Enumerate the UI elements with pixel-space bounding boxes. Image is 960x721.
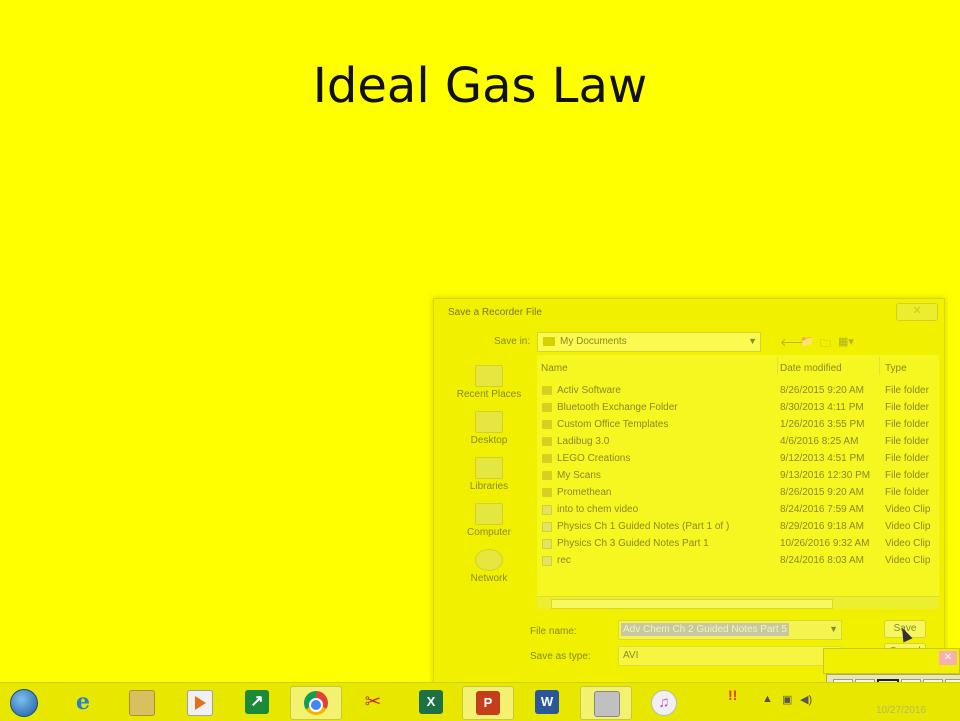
new-folder-icon[interactable]: 🗀 [820,335,831,354]
file-explorer-icon [129,690,155,716]
up-folder-icon[interactable]: 📁 [800,335,814,348]
warning-icon[interactable]: !! [728,687,737,703]
taskbar-powerpoint[interactable]: P [462,686,514,720]
music-note-icon: ♫ [651,690,677,716]
taskbar-stock-app[interactable]: ↗ [232,686,282,718]
folder-icon [542,488,552,497]
taskbar: e ↗ ✂ X P W ♫ !! ▲ ▣ ◀) 10/27/2016 [0,682,960,721]
folder-icon [542,454,552,463]
chrome-icon [304,691,328,715]
scrollbar-thumb[interactable] [551,599,833,609]
chevron-down-icon: ▼ [748,336,757,346]
internet-explorer-icon: e [76,689,90,715]
taskbar-recorder[interactable] [580,686,632,720]
dialog-close-button[interactable]: ✕ [896,303,938,321]
folder-icon [542,420,552,429]
windows-logo-icon [10,689,38,717]
place-network[interactable]: Network [446,549,532,584]
save-as-type-dropdown[interactable]: AVI [618,646,842,666]
view-menu-icon[interactable]: ▦▾ [838,335,854,348]
save-as-type-value: AVI [623,650,639,661]
save-as-type-label: Save as type: [530,651,591,662]
computer-icon [475,503,503,525]
taskbar-file-explorer[interactable] [116,686,166,718]
save-in-value: My Documents [560,336,627,347]
folder-icon [542,386,552,395]
folder-icon [543,337,555,346]
slide-title: Ideal Gas Law [312,58,648,114]
desktop-icon [475,411,503,433]
clock-date[interactable]: 10/27/2016 [876,705,926,716]
file-row[interactable]: Bluetooth Exchange Folder 8/30/2013 4:11 … [537,400,939,417]
dialog-titlebar[interactable]: Save a Recorder File ✕ [434,299,944,325]
libraries-icon [475,457,503,479]
network-tray-icon[interactable]: ▣ [782,693,792,706]
video-file-icon [542,556,552,566]
taskbar-itunes[interactable]: ♫ [638,686,688,718]
recorder-close-button[interactable]: ✕ [939,651,957,665]
video-file-icon [542,522,552,532]
recorder-titlebar[interactable]: ✕ [823,648,960,674]
column-header-type[interactable]: Type [885,363,907,374]
folder-icon [542,403,552,412]
column-divider[interactable] [777,357,778,375]
file-row[interactable]: LEGO Creations 9/12/2013 4:51 PM File fold… [537,451,939,468]
file-row[interactable]: Activ Software 8/26/2015 9:20 AM File fold… [537,383,939,400]
column-header-date[interactable]: Date modified [780,363,842,374]
media-player-icon [187,690,213,716]
video-file-icon [542,539,552,549]
place-libraries[interactable]: Libraries [446,457,532,492]
column-header-name[interactable]: Name [541,363,568,374]
file-name-value: Adv Chem Ch 2 Guided Notes Part 5 [621,623,789,636]
taskbar-internet-explorer[interactable]: e [58,686,108,718]
start-button[interactable] [6,686,40,718]
file-name-input[interactable]: Adv Chem Ch 2 Guided Notes Part 5 ▼ [618,620,842,640]
save-in-label: Save in: [494,336,531,347]
place-desktop[interactable]: Desktop [446,411,532,446]
save-in-dropdown[interactable]: My Documents ▼ [537,332,761,352]
file-row[interactable]: Physics Ch 3 Guided Notes Part 1 10/26/20… [537,536,939,553]
horizontal-scrollbar[interactable] [537,596,939,609]
file-row[interactable]: Physics Ch 1 Guided Notes (Part 1 of ) 8/… [537,519,939,536]
network-icon [475,549,503,571]
scissors-icon: ✂ [364,691,382,713]
column-divider[interactable] [879,357,880,375]
recent-places-icon [475,365,503,387]
file-row[interactable]: My Scans 9/13/2016 12:30 PM File folder [537,468,939,485]
chevron-down-icon: ▼ [829,624,838,634]
taskbar-excel[interactable]: X [406,686,456,718]
video-file-icon [542,505,552,515]
excel-icon: X [419,690,443,714]
word-icon: W [535,690,559,714]
recorder-app-icon [594,691,620,717]
file-row[interactable]: rec 8/24/2016 8:03 AM Video Clip [537,553,939,570]
places-bar: Recent Places Desktop Libraries Computer… [446,355,532,595]
dialog-title: Save a Recorder File [448,307,542,318]
taskbar-snipping-tool[interactable]: ✂ [348,686,398,718]
file-row[interactable]: Custom Office Templates 1/26/2016 3:55 PM… [537,417,939,434]
volume-tray-icon[interactable]: ◀) [800,693,812,706]
taskbar-word[interactable]: W [522,686,572,718]
taskbar-media-player[interactable] [174,686,224,718]
save-dialog: Save a Recorder File ✕ Save in: My Docum… [433,298,945,686]
file-row[interactable]: into to chem video 8/24/2016 7:59 AM Video… [537,502,939,519]
taskbar-chrome[interactable] [290,686,342,720]
chart-app-icon: ↗ [245,690,269,714]
place-recent-places[interactable]: Recent Places [446,365,532,400]
powerpoint-icon: P [476,691,500,715]
file-row[interactable]: Promethean 8/26/2015 9:20 AM File folder [537,485,939,502]
place-computer[interactable]: Computer [446,503,532,538]
folder-icon [542,471,552,480]
tray-chevron-up-icon[interactable]: ▲ [762,693,773,705]
folder-icon [542,437,552,446]
file-row[interactable]: Ladibug 3.0 4/6/2016 8:25 AM File folder [537,434,939,451]
file-name-label: File name: [530,626,577,637]
file-list[interactable]: Name Date modified Type Activ Software 8/… [537,355,939,603]
